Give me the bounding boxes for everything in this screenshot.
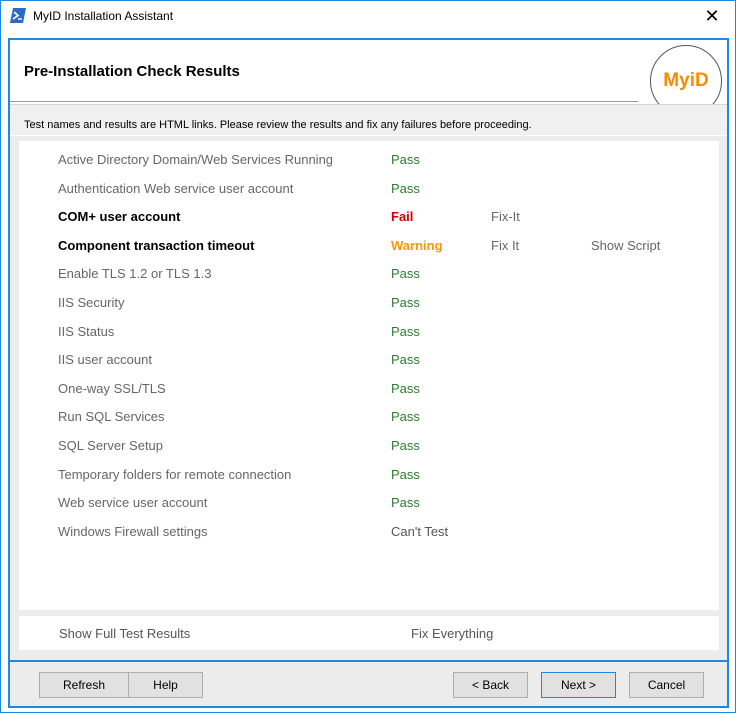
test-name-link[interactable]: Active Directory Domain/Web Services Run…	[58, 152, 333, 167]
result-row: Web service user account Pass	[19, 490, 719, 518]
window-title: MyID Installation Assistant	[33, 9, 174, 23]
test-status-link[interactable]: Pass	[391, 381, 420, 396]
test-status-link[interactable]: Pass	[391, 467, 420, 482]
test-name-link[interactable]: COM+ user account	[58, 209, 180, 224]
test-name-link[interactable]: IIS Security	[58, 295, 124, 310]
test-status-link[interactable]: Pass	[391, 152, 420, 167]
fix-it-link[interactable]: Fix It	[491, 238, 519, 253]
result-row: Component transaction timeout Warning Fix …	[19, 233, 719, 261]
result-row: IIS Status Pass	[19, 319, 719, 347]
test-status-link[interactable]: Pass	[391, 324, 420, 339]
test-status-link[interactable]: Pass	[391, 352, 420, 367]
test-status-link[interactable]: Pass	[391, 266, 420, 281]
installer-window: MyID Installation Assistant ✕ Pre-Instal…	[0, 0, 736, 713]
page-title: Pre-Installation Check Results	[24, 63, 240, 80]
title-bar: MyID Installation Assistant ✕	[1, 1, 735, 31]
fix-everything-link[interactable]: Fix Everything	[411, 626, 493, 641]
test-status-link[interactable]: Can't Test	[391, 524, 448, 539]
result-row: One-way SSL/TLS Pass	[19, 376, 719, 404]
test-name-link[interactable]: Temporary folders for remote connection	[58, 467, 291, 482]
refresh-button[interactable]: Refresh	[39, 672, 129, 698]
button-bar: Refresh Help < Back Next > Cancel	[10, 660, 727, 706]
test-name-link[interactable]: Web service user account	[58, 495, 207, 510]
logo-text-my: My	[663, 70, 690, 91]
show-script-link[interactable]: Show Script	[591, 238, 660, 253]
next-button[interactable]: Next >	[541, 672, 616, 698]
wizard-header: Pre-Installation Check Results My iD Test…	[10, 40, 727, 136]
test-name-link[interactable]: One-way SSL/TLS	[58, 381, 166, 396]
info-text: Test names and results are HTML links. P…	[24, 119, 532, 131]
result-row: Authentication Web service user account P…	[19, 176, 719, 204]
test-name-link[interactable]: Enable TLS 1.2 or TLS 1.3	[58, 266, 211, 281]
test-status-link[interactable]: Pass	[391, 409, 420, 424]
test-name-link[interactable]: Run SQL Services	[58, 409, 164, 424]
test-status-link[interactable]: Fail	[391, 209, 413, 224]
show-full-results-link[interactable]: Show Full Test Results	[59, 626, 190, 641]
info-bar: Test names and results are HTML links. P…	[10, 104, 727, 135]
test-status-link[interactable]: Warning	[391, 238, 443, 253]
result-row: IIS Security Pass	[19, 290, 719, 318]
test-name-link[interactable]: IIS Status	[58, 324, 114, 339]
test-name-link[interactable]: IIS user account	[58, 352, 152, 367]
test-name-link[interactable]: Windows Firewall settings	[58, 524, 208, 539]
result-row: IIS user account Pass	[19, 347, 719, 375]
result-row: Active Directory Domain/Web Services Run…	[19, 147, 719, 175]
logo-text-id: iD	[689, 70, 709, 91]
fix-it-link[interactable]: Fix-It	[491, 209, 520, 224]
result-row: Run SQL Services Pass	[19, 404, 719, 432]
test-name-link[interactable]: SQL Server Setup	[58, 438, 163, 453]
result-row: Temporary folders for remote connection P…	[19, 462, 719, 490]
test-status-link[interactable]: Pass	[391, 495, 420, 510]
test-name-link[interactable]: Authentication Web service user account	[58, 181, 293, 196]
close-button[interactable]: ✕	[689, 1, 735, 31]
test-status-link[interactable]: Pass	[391, 181, 420, 196]
test-status-link[interactable]: Pass	[391, 295, 420, 310]
result-row: Enable TLS 1.2 or TLS 1.3 Pass	[19, 261, 719, 289]
results-panel: Active Directory Domain/Web Services Run…	[19, 141, 719, 610]
header-divider	[10, 101, 638, 102]
result-row: SQL Server Setup Pass	[19, 433, 719, 461]
result-row: Windows Firewall settings Can't Test	[19, 519, 719, 547]
result-row: COM+ user account Fail Fix-It	[19, 204, 719, 232]
test-name-link[interactable]: Component transaction timeout	[58, 238, 254, 253]
powershell-icon	[10, 8, 26, 23]
wizard-frame: Pre-Installation Check Results My iD Test…	[8, 38, 729, 708]
footer-links: Show Full Test Results Fix Everything	[19, 616, 719, 650]
back-button[interactable]: < Back	[453, 672, 528, 698]
cancel-button[interactable]: Cancel	[629, 672, 704, 698]
test-status-link[interactable]: Pass	[391, 438, 420, 453]
help-button[interactable]: Help	[128, 672, 203, 698]
